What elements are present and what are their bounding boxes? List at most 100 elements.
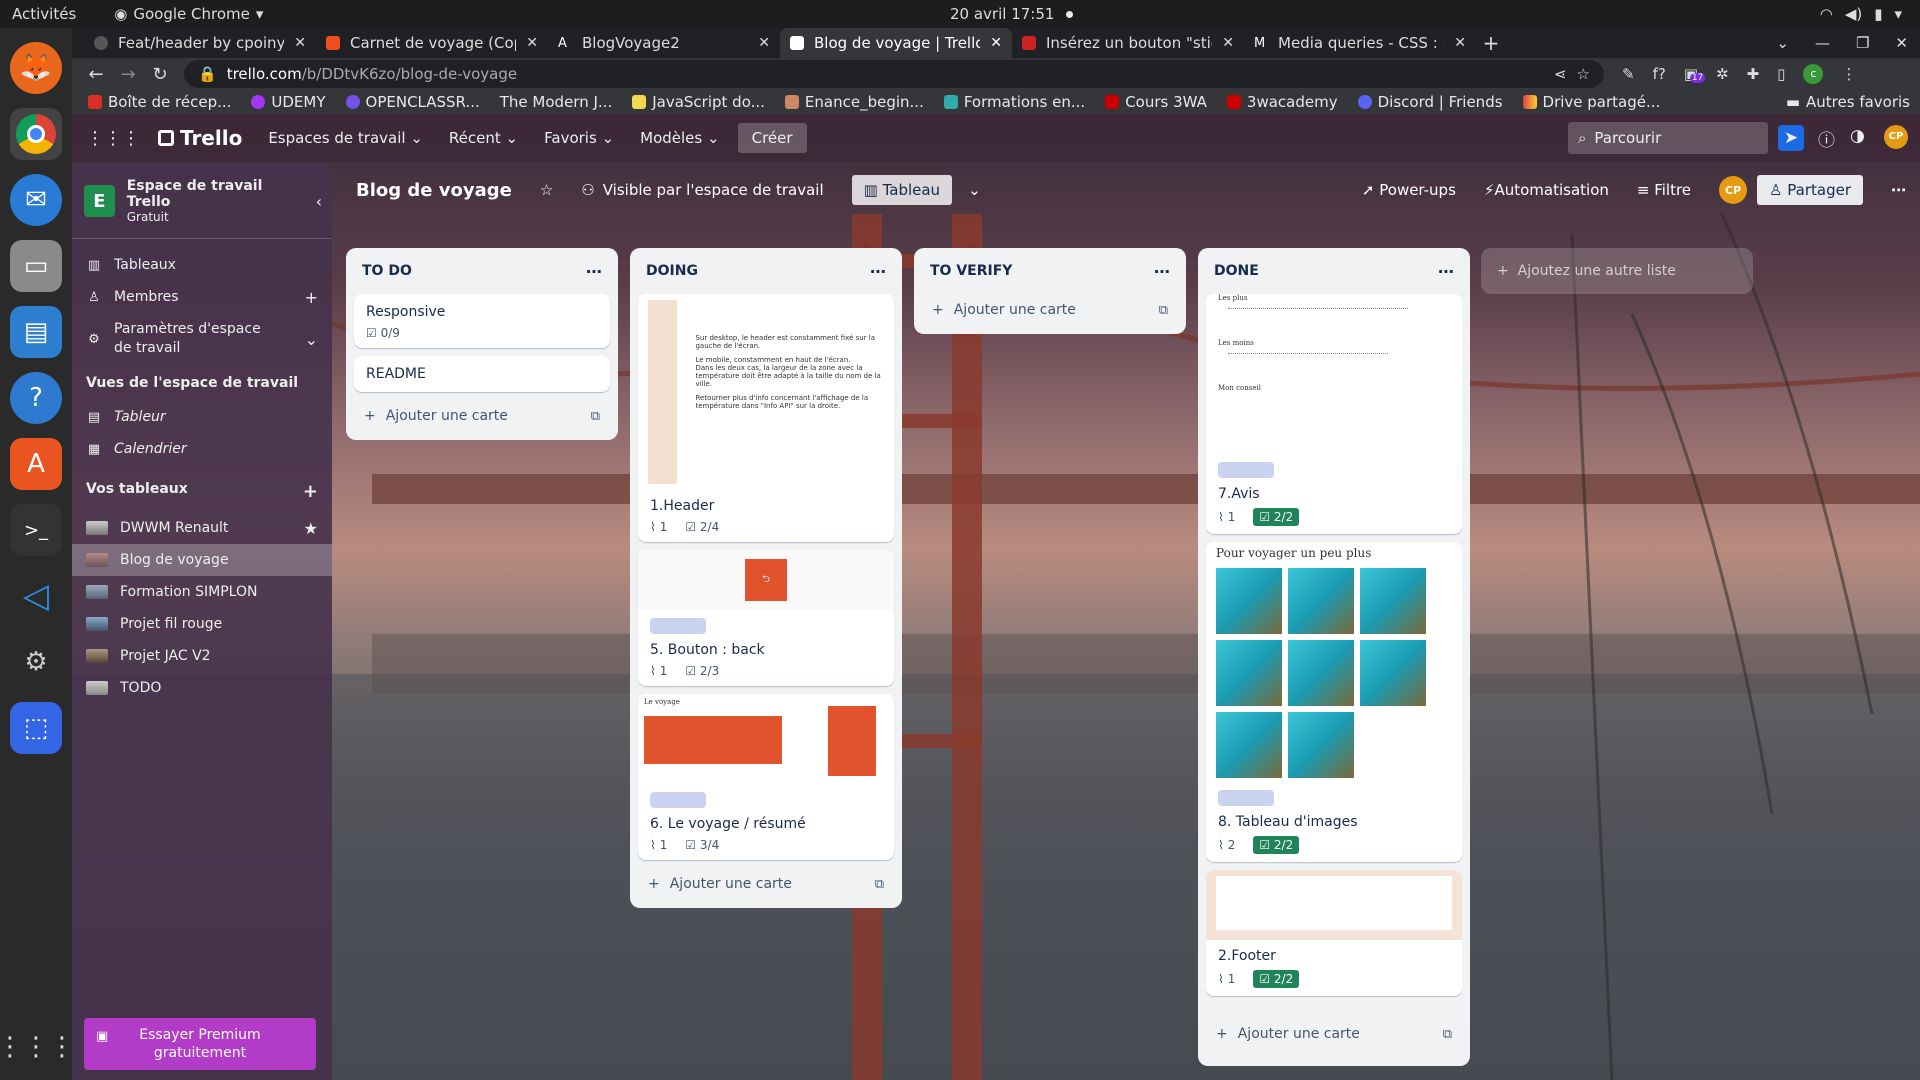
menu-favorites[interactable]: Favoris ⌄ [544, 129, 614, 147]
help-icon[interactable]: ⓘ [1818, 126, 1835, 151]
close-icon[interactable]: ✕ [526, 35, 538, 51]
menu-icon[interactable]: ⋮ [1841, 65, 1856, 83]
menu-templates[interactable]: Modèles ⌄ [640, 129, 719, 147]
rocket-icon[interactable]: ➤ [1778, 125, 1804, 151]
bookmark-star-icon[interactable]: ☆ [1577, 65, 1590, 83]
minimize-icon[interactable]: — [1815, 34, 1830, 52]
forward-icon[interactable]: → [112, 64, 144, 85]
app-switcher-icon[interactable]: ⋮⋮⋮ [86, 128, 140, 149]
show-apps-icon[interactable]: ⋮⋮⋮ [0, 1032, 75, 1062]
filter-button[interactable]: ≡ Filtre [1637, 181, 1691, 199]
sidebar-item-calendar[interactable]: ▦ Calendrier [72, 433, 332, 465]
menu-recent[interactable]: Récent ⌄ [449, 129, 518, 147]
bookmark-item[interactable]: 3wacademy [1226, 93, 1338, 111]
template-icon[interactable]: ⧉ [591, 409, 600, 424]
close-icon[interactable]: ✕ [1454, 35, 1466, 51]
browser-tab[interactable]: Carnet de voyage (Copy) – ✕ [316, 28, 548, 58]
bookmark-item[interactable]: Enance_begin... [784, 93, 924, 111]
system-tray[interactable]: ◠ ◀) ▮ ▾ [1820, 5, 1902, 23]
avatar[interactable]: CP [1884, 125, 1908, 149]
add-member-icon[interactable]: + [305, 288, 318, 307]
sidebar-item-members[interactable]: ♙ Membres + [72, 281, 332, 313]
back-icon[interactable]: ← [80, 64, 112, 85]
software-center-icon[interactable]: A [10, 438, 62, 490]
clock[interactable]: 20 avril 17:51 [950, 5, 1074, 23]
add-card-button[interactable]: + Ajouter une carte ⧉ [1206, 1018, 1462, 1050]
board-title[interactable]: Blog de voyage [356, 180, 512, 201]
tab-search-icon[interactable]: ⌄ [1776, 34, 1789, 52]
card[interactable]: Responsive ☑ 0/9 [354, 294, 610, 348]
list-menu-icon[interactable]: ⋯ [870, 262, 886, 281]
views-dropdown-icon[interactable]: ⌄ [968, 181, 981, 199]
board-menu-icon[interactable]: ⋯ [1891, 181, 1906, 199]
star-icon[interactable]: ★ [304, 519, 318, 538]
bookmark-item[interactable]: OPENCLASSR... [345, 93, 480, 111]
sidebar-board-item[interactable]: DWWM Renault ★ [72, 512, 332, 544]
card[interactable]: Sur desktop, le header est constamment f… [638, 294, 894, 542]
vscode-icon[interactable]: ◁ [10, 570, 62, 622]
bookmark-item[interactable]: The Modern J... [500, 93, 612, 111]
settings-icon[interactable]: ⚙ [10, 636, 62, 688]
close-window-icon[interactable]: ✕ [1895, 34, 1908, 52]
view-board-button[interactable]: ▥ Tableau [851, 175, 953, 205]
list-cards-scroll[interactable]: Les plus Les moins Mon conseil 7.Avis ⌇ … [1206, 294, 1462, 1018]
list-menu-icon[interactable]: ⋯ [1154, 262, 1170, 281]
trello-logo[interactable]: Trello [158, 126, 242, 150]
template-icon[interactable]: ⧉ [875, 877, 884, 892]
list-menu-icon[interactable]: ⋯ [1438, 262, 1454, 281]
list-header[interactable]: TO DO ⋯ [354, 248, 610, 294]
list-header[interactable]: TO VERIFY ⋯ [922, 248, 1178, 294]
maximize-icon[interactable]: ❐ [1856, 34, 1869, 52]
card[interactable]: Pour voyager un peu plus 8. Tableau d'im… [1206, 542, 1462, 862]
other-bookmarks[interactable]: ▬ Autres favoris [1786, 93, 1910, 111]
sidebar-board-item[interactable]: Projet JAC V2 [72, 640, 332, 672]
help-icon[interactable]: ? [10, 372, 62, 424]
pen-extension-icon[interactable]: ✎ [1622, 65, 1635, 83]
visibility-button[interactable]: ⚇ Visible par l'espace de travail [581, 181, 823, 199]
collapse-sidebar-icon[interactable]: ‹ [316, 192, 322, 211]
share-button[interactable]: ♙ Partager [1757, 175, 1863, 205]
bookmark-item[interactable]: Cours 3WA [1105, 93, 1207, 111]
add-list-button[interactable]: + Ajoutez une autre liste [1481, 248, 1753, 294]
firefox-icon[interactable]: 🦊 [10, 42, 62, 94]
writer-icon[interactable]: ▤ [10, 306, 62, 358]
gear-extension-icon[interactable]: ✲ [1716, 65, 1729, 83]
screenshot-icon[interactable]: ⬚ [10, 702, 62, 754]
list-header[interactable]: DOING ⋯ [638, 248, 894, 294]
reload-icon[interactable]: ↻ [144, 64, 176, 85]
terminal-icon[interactable]: >_ [10, 504, 62, 556]
browser-tab[interactable]: Insérez un bouton "sticky ✕ [1012, 28, 1244, 58]
activities-button[interactable]: Activités [12, 5, 76, 23]
card[interactable]: README [354, 356, 610, 392]
close-icon[interactable]: ✕ [758, 35, 770, 51]
thunderbird-icon[interactable]: ✉ [10, 174, 62, 226]
member-avatar[interactable]: CP [1719, 176, 1748, 204]
theme-icon[interactable]: ◑ [1850, 126, 1865, 146]
menu-workspaces[interactable]: Espaces de travail ⌄ [268, 129, 423, 147]
bookmark-item[interactable]: Drive partagé... [1522, 93, 1660, 111]
template-icon[interactable]: ⧉ [1443, 1027, 1452, 1042]
sidebar-board-item[interactable]: TODO [72, 672, 332, 704]
fx-extension-icon[interactable]: f? [1653, 65, 1666, 83]
browser-tab[interactable]: M Media queries - CSS : Feuil ✕ [1244, 28, 1476, 58]
card[interactable]: 2.Footer ⌇ 1 ☑ 2/2 [1206, 870, 1462, 996]
add-card-button[interactable]: + Ajouter une carte ⧉ [638, 868, 894, 900]
close-icon[interactable]: ✕ [1222, 35, 1234, 51]
profile-avatar[interactable]: c [1803, 64, 1824, 84]
list-menu-icon[interactable]: ⋯ [586, 262, 602, 281]
bookmark-item[interactable]: JavaScript do... [632, 93, 765, 111]
card[interactable]: Le voyage 6. Le voyage / résumé ⌇ 1 ☑ 3/4 [638, 694, 894, 860]
list-header[interactable]: DONE ⋯ [1206, 248, 1462, 294]
powerups-button[interactable]: ➚ Power-ups [1362, 181, 1456, 199]
puzzle-icon[interactable]: ✚ [1747, 65, 1760, 83]
add-card-button[interactable]: + Ajouter une carte ⧉ [354, 400, 610, 432]
bookmark-item[interactable]: Formations en... [943, 93, 1085, 111]
add-card-button[interactable]: + Ajouter une carte ⧉ [922, 294, 1178, 326]
sidebar-item-settings[interactable]: ⚙ Paramètres d'espace de travail ⌄ [72, 313, 332, 365]
browser-tab-active[interactable]: Blog de voyage | Trello ✕ [780, 28, 1012, 58]
search-input[interactable]: ⌕ Parcourir [1568, 122, 1768, 154]
sidebar-item-table[interactable]: ▤ Tableur [72, 401, 332, 433]
extension-badge-icon[interactable]: ▣17 [1684, 65, 1706, 83]
sidepanel-icon[interactable]: ▯ [1777, 65, 1785, 83]
files-icon[interactable]: ▭ [10, 240, 62, 292]
